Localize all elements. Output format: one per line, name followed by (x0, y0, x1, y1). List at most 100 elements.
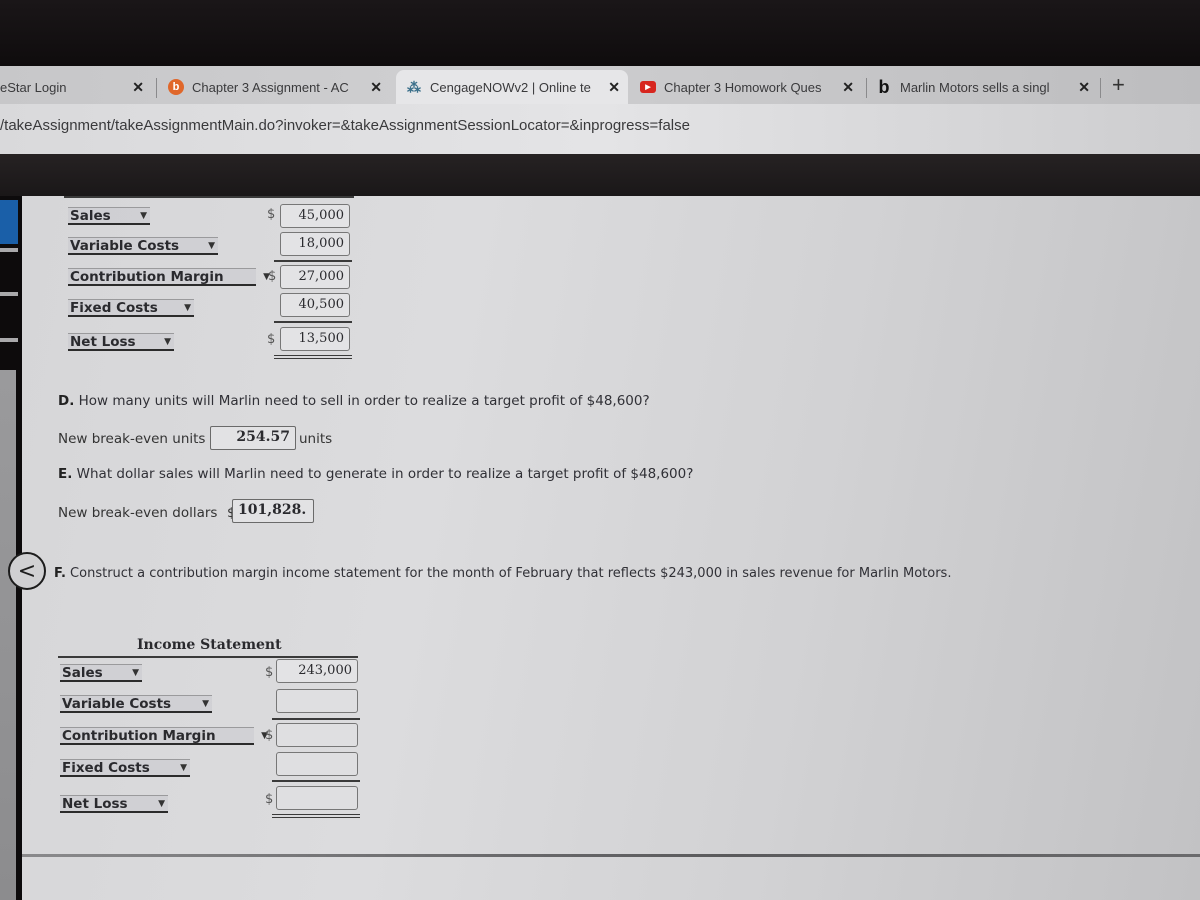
dollar-sign: $ (265, 728, 274, 743)
close-icon[interactable]: ✕ (132, 79, 144, 96)
select-value: Net Loss (70, 334, 136, 350)
dollar-sign: $ (267, 207, 276, 222)
close-icon[interactable]: ✕ (1078, 79, 1090, 96)
question-d: D. How many units will Marlin need to se… (58, 393, 650, 409)
net-loss-amount-input[interactable] (276, 786, 358, 810)
statement-top-rule (64, 196, 354, 198)
tab-title: CengageNOWv2 | Online te (430, 79, 591, 95)
question-letter: E. (58, 466, 73, 482)
question-e: E. What dollar sales will Marlin need to… (58, 466, 693, 482)
net-loss-select[interactable]: Net Loss ▼ (68, 333, 174, 351)
sales-amount-input[interactable]: 243,000 (276, 659, 358, 683)
sales-amount-input[interactable]: 45,000 (280, 204, 350, 228)
dollar-sign: $ (265, 792, 274, 807)
sales-select[interactable]: Sales ▼ (68, 207, 150, 225)
select-value: Variable Costs (70, 238, 180, 254)
tab-chapter3-assignment[interactable]: b Chapter 3 Assignment - AC ✕ (168, 70, 390, 104)
break-even-dollars-input[interactable]: 101,828. (232, 499, 314, 523)
tab-separator (1100, 78, 1101, 98)
tab-separator (156, 78, 157, 98)
page-header-band (0, 154, 1200, 196)
chevron-down-icon: ▼ (180, 763, 187, 773)
select-value: Sales (62, 665, 103, 681)
contribution-margin-select[interactable]: Contribution Margin ▼ (68, 268, 270, 286)
fixed-costs-select[interactable]: Fixed Costs ▼ (68, 299, 194, 317)
sidebar-panel (0, 370, 16, 900)
variable-costs-amount-input[interactable] (276, 689, 358, 713)
variable-costs-select[interactable]: Variable Costs ▼ (68, 237, 218, 255)
tab-strip: eStar Login ✕ b Chapter 3 Assignment - A… (0, 66, 1200, 104)
statement-top-rule (58, 656, 358, 658)
chevron-down-icon: ▼ (164, 337, 171, 347)
chevron-down-icon: ▼ (202, 699, 209, 709)
tab-separator (866, 78, 867, 98)
subtotal-rule (272, 718, 360, 720)
total-double-rule (272, 814, 360, 818)
break-even-units-input[interactable]: 254.57 (210, 426, 296, 450)
chevron-down-icon: ▼ (140, 211, 147, 221)
sidebar-divider (0, 292, 18, 296)
question-text: How many units will Marlin need to sell … (74, 393, 650, 409)
fixed-costs-amount-input[interactable] (276, 752, 358, 776)
tab-title: Chapter 3 Homowork Ques (664, 79, 822, 95)
close-icon[interactable]: ✕ (370, 79, 382, 96)
subtotal-rule (274, 260, 352, 262)
question-f: F. Construct a contribution margin incom… (54, 566, 951, 581)
net-loss-amount-input[interactable]: 13,500 (280, 327, 350, 351)
close-icon[interactable]: ✕ (608, 79, 620, 96)
variable-costs-select[interactable]: Variable Costs ▼ (60, 695, 212, 713)
select-value: Net Loss (62, 796, 128, 812)
fixed-costs-select[interactable]: Fixed Costs ▼ (60, 759, 190, 777)
contribution-margin-amount-input[interactable] (276, 723, 358, 747)
contribution-margin-select[interactable]: Contribution Margin ▼ (60, 727, 268, 745)
select-value: Contribution Margin (62, 728, 216, 744)
left-sidebar-strip (0, 196, 20, 900)
contribution-margin-amount-input[interactable]: 27,000 (280, 265, 350, 289)
sidebar-divider (0, 338, 18, 342)
net-loss-select[interactable]: Net Loss ▼ (60, 795, 168, 813)
chevron-down-icon: ▼ (184, 303, 191, 313)
sales-select[interactable]: Sales ▼ (60, 664, 142, 682)
tab-chapter3-homework[interactable]: ▶ Chapter 3 Homowork Ques ✕ (640, 70, 862, 104)
variable-costs-amount-input[interactable]: 18,000 (280, 232, 350, 256)
chevron-down-icon: ▼ (208, 241, 215, 251)
chevron-down-icon: ▼ (158, 799, 165, 809)
sidebar-active-indicator (0, 200, 18, 244)
chevron-left-icon: < (17, 558, 37, 584)
tab-cengagenow[interactable]: ⁂ CengageNOWv2 | Online te ✕ (396, 70, 628, 104)
sidebar-divider (0, 248, 18, 252)
tab-title: Chapter 3 Assignment - AC (192, 79, 349, 95)
loading-spinner-icon: ⁂ (407, 78, 421, 95)
question-text: What dollar sales will Marlin need to ge… (72, 466, 694, 482)
youtube-icon: ▶ (640, 81, 656, 93)
dollar-sign: $ (268, 269, 277, 284)
dollar-sign: $ (267, 332, 276, 347)
select-value: Fixed Costs (70, 300, 158, 316)
select-value: Sales (70, 208, 111, 224)
subtotal-rule (274, 321, 352, 323)
close-icon[interactable]: ✕ (842, 79, 854, 96)
url-text[interactable]: /takeAssignment/takeAssignmentMain.do?in… (0, 117, 690, 134)
section-divider (22, 854, 1200, 857)
bing-b-icon: b (878, 76, 890, 97)
tab-title: Marlin Motors sells a singl (900, 79, 1050, 95)
dollar-sign: $ (265, 665, 274, 680)
question-letter: D. (58, 393, 75, 409)
fixed-costs-amount-input[interactable]: 40,500 (280, 293, 350, 317)
question-letter: F. (54, 566, 66, 581)
subtotal-rule (272, 780, 360, 782)
assignment-content: Sales ▼ $ 45,000 Variable Costs ▼ 18,000… (8, 196, 1200, 900)
chevron-down-icon: ▼ (132, 668, 139, 678)
screen-bezel (0, 0, 1200, 66)
address-bar[interactable]: /takeAssignment/takeAssignmentMain.do?in… (0, 104, 1200, 154)
new-tab-button[interactable]: + (1112, 72, 1125, 98)
bartleby-b-icon: b (168, 79, 184, 95)
select-value: Contribution Margin (70, 269, 224, 285)
select-value: Fixed Costs (62, 760, 150, 776)
select-value: Variable Costs (62, 696, 172, 712)
tab-marlin-motors[interactable]: b Marlin Motors sells a singl ✕ (876, 70, 1098, 104)
total-double-rule (274, 355, 352, 359)
break-even-dollars-label: New break-even dollars (58, 505, 218, 521)
previous-question-button[interactable]: < (8, 552, 46, 590)
tab-estar-login[interactable]: eStar Login ✕ (0, 70, 150, 104)
